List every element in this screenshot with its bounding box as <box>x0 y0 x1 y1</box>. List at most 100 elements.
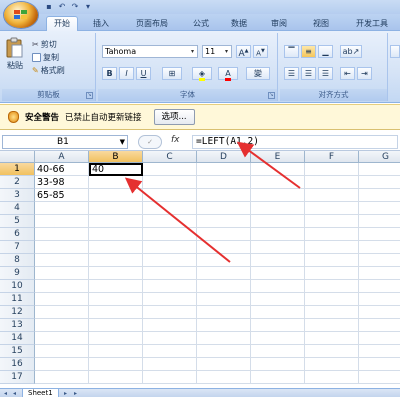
cell-c10[interactable] <box>143 280 197 293</box>
cell-b9[interactable] <box>89 267 143 280</box>
cell-e4[interactable] <box>251 202 305 215</box>
cell-c14[interactable] <box>143 332 197 345</box>
cell-g9[interactable] <box>359 267 400 280</box>
row-header-1[interactable]: 1 <box>0 163 35 176</box>
align-top-button[interactable]: ▔ <box>284 45 299 58</box>
cell-f16[interactable] <box>305 358 359 371</box>
cell-a15[interactable] <box>35 345 89 358</box>
cell-g15[interactable] <box>359 345 400 358</box>
sheet-tab-sheet1[interactable]: Sheet1 <box>22 389 59 397</box>
cell-f13[interactable] <box>305 319 359 332</box>
row-header-5[interactable]: 5 <box>0 215 35 228</box>
cell-b5[interactable] <box>89 215 143 228</box>
cell-d7[interactable] <box>197 241 251 254</box>
cell-a2[interactable]: 33-98 <box>35 176 89 189</box>
cell-c13[interactable] <box>143 319 197 332</box>
cell-d17[interactable] <box>197 371 251 384</box>
row-header-4[interactable]: 4 <box>0 202 35 215</box>
cell-b16[interactable] <box>89 358 143 371</box>
cell-g13[interactable] <box>359 319 400 332</box>
cell-g8[interactable] <box>359 254 400 267</box>
cell-d10[interactable] <box>197 280 251 293</box>
borders-button[interactable]: ⊞ <box>162 67 182 80</box>
cell-b4[interactable] <box>89 202 143 215</box>
cell-c17[interactable] <box>143 371 197 384</box>
cell-c5[interactable] <box>143 215 197 228</box>
cell-c4[interactable] <box>143 202 197 215</box>
cell-b14[interactable] <box>89 332 143 345</box>
cell-d4[interactable] <box>197 202 251 215</box>
cell-g17[interactable] <box>359 371 400 384</box>
fill-color-button[interactable]: ◈ <box>192 67 212 81</box>
cell-f4[interactable] <box>305 202 359 215</box>
cell-c12[interactable] <box>143 306 197 319</box>
paste-button[interactable]: 粘贴 <box>6 37 24 71</box>
cell-c7[interactable] <box>143 241 197 254</box>
align-left-button[interactable]: ☰ <box>284 67 299 80</box>
cell-d1[interactable] <box>197 163 251 176</box>
cell-b13[interactable] <box>89 319 143 332</box>
cell-g7[interactable] <box>359 241 400 254</box>
cell-g3[interactable] <box>359 189 400 202</box>
qat-dropdown-icon[interactable]: ▾ <box>83 2 93 12</box>
cell-f9[interactable] <box>305 267 359 280</box>
tab-insert[interactable]: 插入 <box>86 17 116 31</box>
cell-e17[interactable] <box>251 371 305 384</box>
row-header-9[interactable]: 9 <box>0 267 35 280</box>
row-header-11[interactable]: 11 <box>0 293 35 306</box>
cell-b8[interactable] <box>89 254 143 267</box>
cell-g12[interactable] <box>359 306 400 319</box>
cell-a4[interactable] <box>35 202 89 215</box>
first-sheet-icon[interactable]: ◂ <box>2 390 9 397</box>
last-sheet-icon[interactable]: ▸ <box>72 390 79 397</box>
cell-f3[interactable] <box>305 189 359 202</box>
bold-button[interactable]: B <box>102 67 117 80</box>
font-color-button[interactable]: A <box>218 67 238 81</box>
column-header-f[interactable]: F <box>305 151 359 163</box>
undo-icon[interactable]: ↶ <box>57 2 67 12</box>
cell-d11[interactable] <box>197 293 251 306</box>
cell-e10[interactable] <box>251 280 305 293</box>
cell-c16[interactable] <box>143 358 197 371</box>
cell-b2[interactable] <box>89 176 143 189</box>
cell-g14[interactable] <box>359 332 400 345</box>
tab-view[interactable]: 视图 <box>306 17 336 31</box>
cell-a3[interactable]: 65-85 <box>35 189 89 202</box>
cell-a14[interactable] <box>35 332 89 345</box>
cell-b11[interactable] <box>89 293 143 306</box>
cell-d2[interactable] <box>197 176 251 189</box>
shrink-font-button[interactable]: A▼ <box>253 45 268 58</box>
cell-e8[interactable] <box>251 254 305 267</box>
cell-a5[interactable] <box>35 215 89 228</box>
cell-a6[interactable] <box>35 228 89 241</box>
cell-f7[interactable] <box>305 241 359 254</box>
row-header-12[interactable]: 12 <box>0 306 35 319</box>
underline-button[interactable]: U <box>136 67 151 80</box>
cell-e12[interactable] <box>251 306 305 319</box>
italic-button[interactable]: I <box>119 67 134 80</box>
row-header-10[interactable]: 10 <box>0 280 35 293</box>
phonetic-button[interactable]: 變 <box>246 67 270 80</box>
cell-a9[interactable] <box>35 267 89 280</box>
decrease-indent-button[interactable]: ⇤ <box>340 67 355 80</box>
cell-e1[interactable] <box>251 163 305 176</box>
cell-f17[interactable] <box>305 371 359 384</box>
cell-d3[interactable] <box>197 189 251 202</box>
redo-icon[interactable]: ↷ <box>70 2 80 12</box>
select-all-corner[interactable] <box>0 151 35 163</box>
row-header-14[interactable]: 14 <box>0 332 35 345</box>
name-box[interactable]: B1 ▼ <box>2 135 128 149</box>
cell-c9[interactable] <box>143 267 197 280</box>
row-header-16[interactable]: 16 <box>0 358 35 371</box>
row-header-17[interactable]: 17 <box>0 371 35 384</box>
cell-a16[interactable] <box>35 358 89 371</box>
clipboard-launcher-icon[interactable]: ↘ <box>86 92 93 99</box>
tab-review[interactable]: 审阅 <box>264 17 294 31</box>
cell-d15[interactable] <box>197 345 251 358</box>
font-name-select[interactable]: Tahoma ▾ <box>102 45 198 58</box>
column-header-d[interactable]: D <box>197 151 251 163</box>
options-button[interactable]: 选项... <box>153 109 195 125</box>
cut-button[interactable]: ✂ 剪切 <box>32 39 57 50</box>
column-header-g[interactable]: G <box>359 151 400 163</box>
cell-d9[interactable] <box>197 267 251 280</box>
